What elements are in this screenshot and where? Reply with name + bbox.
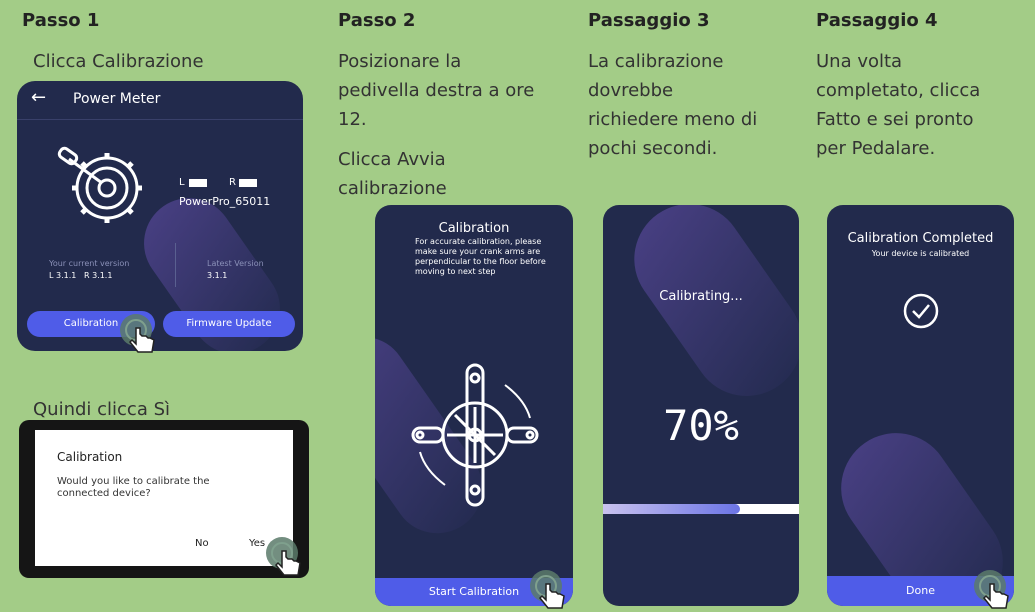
- step-2-line: Clicca Avvia: [338, 149, 446, 170]
- step-4-line: per Pedalare.: [816, 138, 936, 159]
- calibration-screen: Calibration For accurate calibration, pl…: [375, 205, 573, 606]
- step-2-title: Passo 2: [338, 10, 416, 31]
- left-battery-label: L: [179, 177, 185, 188]
- step-2-line: pedivella destra a ore: [338, 80, 535, 101]
- calibrating-screen: Calibrating... 70%: [603, 205, 799, 606]
- step-4-line: completato, clicca: [816, 80, 981, 101]
- calibration-title: Calibration: [438, 221, 510, 236]
- step-3-line: richiedere meno di: [588, 109, 758, 130]
- completed-title: Calibration Completed: [847, 231, 994, 246]
- crank-position-icon: [411, 363, 539, 507]
- step-4-line: Una volta: [816, 51, 903, 72]
- step-4-text: Una volta completato, clicca Fatto e sei…: [816, 47, 980, 163]
- calibrating-status: Calibrating...: [659, 289, 743, 304]
- left-battery-icon: [189, 179, 207, 187]
- progress-fill: [603, 504, 741, 514]
- calibration-instructions: For accurate calibration, please make su…: [415, 237, 546, 276]
- step-3-text: La calibrazione dovrebbe richiedere meno…: [588, 47, 757, 163]
- right-battery-label: R: [229, 177, 236, 188]
- checkmark-circle-icon: [903, 293, 939, 329]
- latest-version-value: 3.1.1: [207, 271, 228, 280]
- back-arrow-icon[interactable]: ←: [31, 87, 46, 108]
- header-divider: [17, 119, 303, 120]
- current-version-label: Your current version: [49, 259, 130, 268]
- tap-hand-icon: [974, 570, 1009, 609]
- step-3-title: Passaggio 3: [588, 10, 710, 31]
- crankset-icon: [57, 146, 142, 223]
- step-4-line: Fatto e sei pronto: [816, 109, 974, 130]
- step-2-line: Posizionare la: [338, 51, 462, 72]
- completed-subtitle: Your device is calibrated: [871, 249, 970, 258]
- step-4-title: Passaggio 4: [816, 10, 938, 31]
- right-battery-icon: [239, 179, 257, 187]
- tap-hand-icon: [530, 570, 565, 609]
- tap-hand-icon: [266, 537, 301, 576]
- progress-percent: 70%: [663, 401, 739, 450]
- step-2-line: 12.: [338, 109, 367, 130]
- calibration-dialog: Calibration Would you like to calibrate …: [35, 430, 293, 566]
- latest-version-label: Latest Version: [207, 259, 264, 268]
- step-2-text: Posizionare la pedivella destra a ore 12…: [338, 47, 534, 134]
- step-1-title: Passo 1: [22, 10, 100, 31]
- dialog-yes-button[interactable]: Yes: [249, 538, 265, 549]
- step-1-text: Clicca Calibrazione: [33, 51, 204, 72]
- tap-hand-icon: [120, 314, 155, 353]
- firmware-update-button[interactable]: Firmware Update: [163, 311, 295, 337]
- calibration-completed-screen: Calibration Completed Your device is cal…: [827, 205, 1014, 606]
- dialog-message: Would you like to calibrate the connecte…: [57, 476, 210, 499]
- step-2-text-2: Clicca Avvia calibrazione: [338, 145, 447, 203]
- dialog-title: Calibration: [57, 450, 123, 464]
- dialog-no-button[interactable]: No: [195, 538, 209, 549]
- step-3-line: La calibrazione: [588, 51, 724, 72]
- screen-title: Power Meter: [73, 91, 161, 107]
- current-version-value: L 3.1.1 R 3.1.1: [49, 271, 113, 280]
- version-divider: [175, 243, 176, 287]
- device-name: PowerPro_65011: [179, 195, 271, 208]
- progress-track: [603, 504, 799, 514]
- power-meter-screen: ← Power Meter L R PowerPro_65011 Your cu…: [17, 81, 303, 351]
- step-2-line: calibrazione: [338, 178, 447, 199]
- step-3-line: pochi secondi.: [588, 138, 718, 159]
- step-3-line: dovrebbe: [588, 80, 674, 101]
